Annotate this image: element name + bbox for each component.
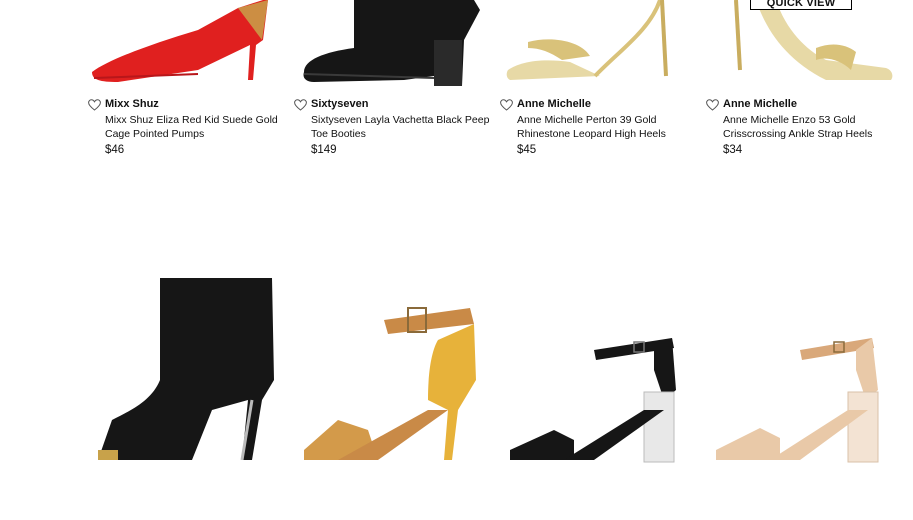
product-name[interactable]: Sixtyseven Layla Vachetta Black Peep Toe… <box>311 113 491 141</box>
product-image-black-bootie[interactable] <box>294 0 490 96</box>
product-name[interactable]: Mixx Shuz Eliza Red Kid Suede Gold Cage … <box>105 113 285 141</box>
product-image-black-platform-bootie[interactable] <box>92 270 288 460</box>
heart-icon[interactable] <box>294 99 307 111</box>
heart-icon[interactable] <box>500 99 513 111</box>
product-name[interactable]: Anne Michelle Enzo 53 Gold Crisscrossing… <box>723 113 903 141</box>
heart-icon[interactable] <box>706 99 719 111</box>
quick-view-button[interactable]: QUICK VIEW <box>750 0 852 10</box>
product-image-black-strap-heel[interactable] <box>504 330 700 520</box>
product-name[interactable]: Anne Michelle Perton 39 Gold Rhinestone … <box>517 113 697 141</box>
product-brand[interactable]: Sixtyseven <box>311 98 368 110</box>
product-price: $45 <box>517 144 537 156</box>
product-price: $149 <box>311 144 337 156</box>
product-price: $46 <box>105 144 125 156</box>
product-image-gold-strap-heel[interactable] <box>706 0 902 96</box>
product-brand[interactable]: Mixx Shuz <box>105 98 159 110</box>
product-brand[interactable]: Anne Michelle <box>517 98 591 110</box>
product-image-gold-heel[interactable] <box>500 0 696 96</box>
product-image-nude-strap-heel[interactable] <box>710 330 906 520</box>
product-brand[interactable]: Anne Michelle <box>723 98 797 110</box>
heart-icon[interactable] <box>88 99 101 111</box>
product-image-mustard-heel[interactable] <box>298 300 494 490</box>
product-grid: Mixx Shuz Mixx Shuz Eliza Red Kid Suede … <box>0 0 913 463</box>
product-price: $34 <box>723 144 743 156</box>
product-image-red-pump[interactable] <box>88 0 284 96</box>
